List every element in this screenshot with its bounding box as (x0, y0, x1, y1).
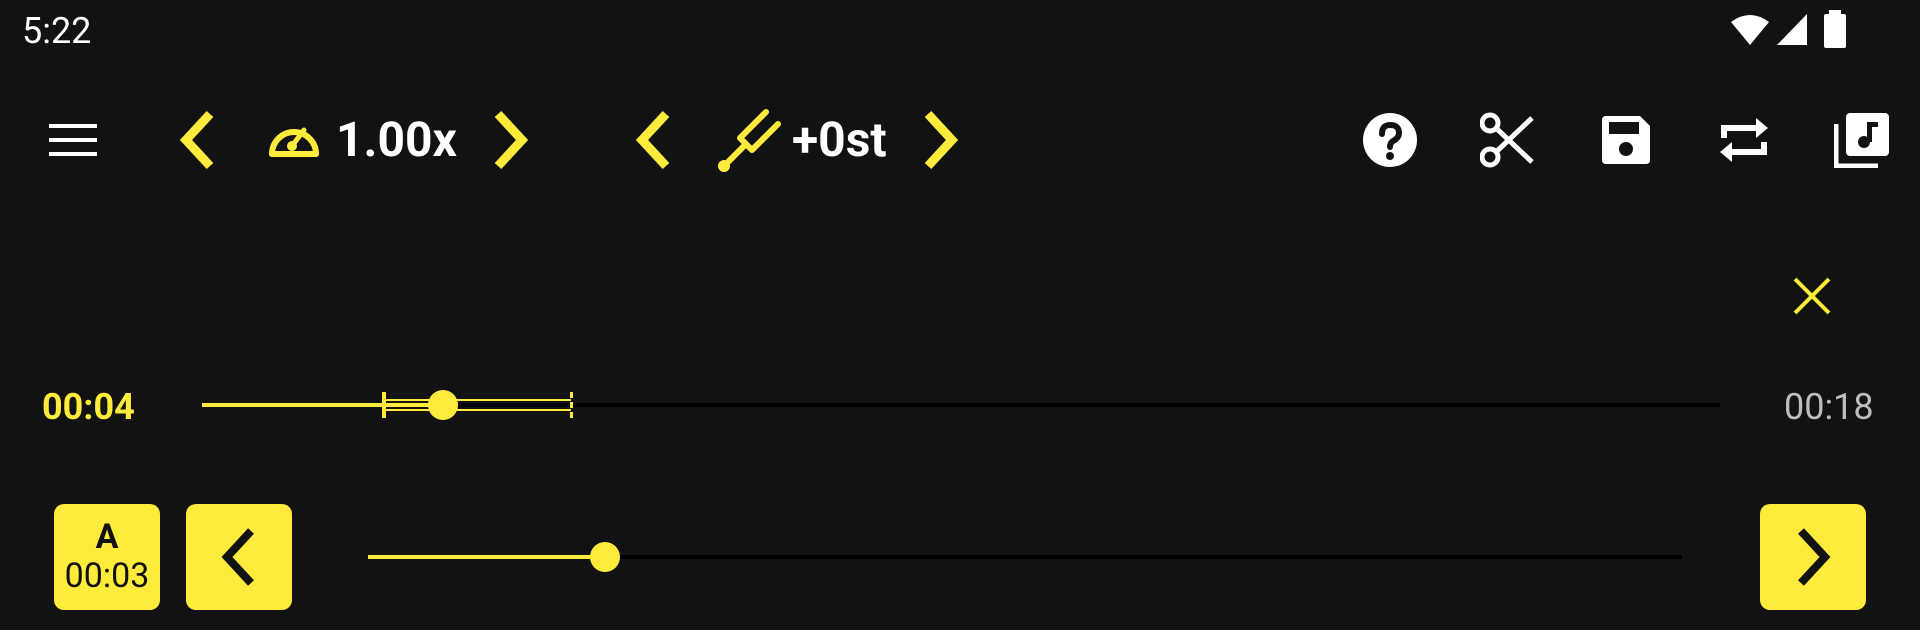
speed-value: 1.00x (336, 111, 457, 168)
fine-slider-fill (368, 555, 605, 559)
signal-icon (1777, 14, 1807, 45)
chevron-left-icon (221, 528, 254, 586)
repeat-button[interactable] (1712, 108, 1776, 172)
wifi-icon (1731, 15, 1769, 45)
speedometer-icon (269, 127, 319, 157)
chevron-right-icon (494, 110, 529, 170)
chevron-left-icon (179, 110, 214, 170)
status-time: 5:22 (22, 10, 92, 52)
toolbar: 1.00x +0st (0, 90, 1920, 190)
loop-end-marker[interactable] (569, 392, 573, 418)
close-loop-button[interactable] (1786, 268, 1838, 324)
tuning-fork-icon (718, 109, 781, 172)
chevron-left-icon (635, 110, 670, 170)
a-point-increase-button[interactable] (1760, 504, 1866, 610)
help-button[interactable] (1358, 108, 1422, 172)
a-point-time: 00:03 (64, 556, 150, 596)
loop-region (384, 399, 571, 411)
a-point-button[interactable]: A 00:03 (54, 504, 160, 610)
slider-thumb[interactable] (428, 390, 459, 420)
trim-button[interactable] (1476, 108, 1540, 172)
pitch-increase-button[interactable] (912, 104, 968, 176)
speed-increase-button[interactable] (482, 104, 538, 176)
a-point-label: A (95, 517, 119, 557)
loop-start-marker[interactable] (382, 392, 387, 418)
chevron-right-icon (1798, 528, 1831, 586)
speed-decrease-button[interactable] (170, 104, 226, 176)
pitch-decrease-button[interactable] (626, 104, 682, 176)
save-icon (1602, 116, 1650, 164)
current-time: 00:04 (42, 386, 135, 428)
close-icon (1793, 277, 1831, 315)
fine-slider-thumb[interactable] (589, 542, 620, 572)
help-icon (1363, 113, 1417, 167)
status-bar: 5:22 (0, 0, 1920, 64)
total-time: 00:18 (1784, 386, 1874, 428)
a-point-decrease-button[interactable] (186, 504, 292, 610)
scissors-icon (1480, 112, 1534, 168)
music-library-button[interactable] (1830, 108, 1894, 172)
music-library-icon (1834, 113, 1889, 168)
playback-slider[interactable] (202, 390, 1720, 420)
fine-adjust-slider[interactable] (368, 542, 1682, 572)
pitch-value: +0st (792, 111, 887, 168)
menu-icon (49, 124, 97, 156)
battery-icon (1824, 10, 1846, 48)
repeat-icon (1720, 118, 1768, 162)
chevron-right-icon (924, 110, 959, 170)
save-button[interactable] (1594, 108, 1658, 172)
menu-button[interactable] (38, 112, 108, 168)
